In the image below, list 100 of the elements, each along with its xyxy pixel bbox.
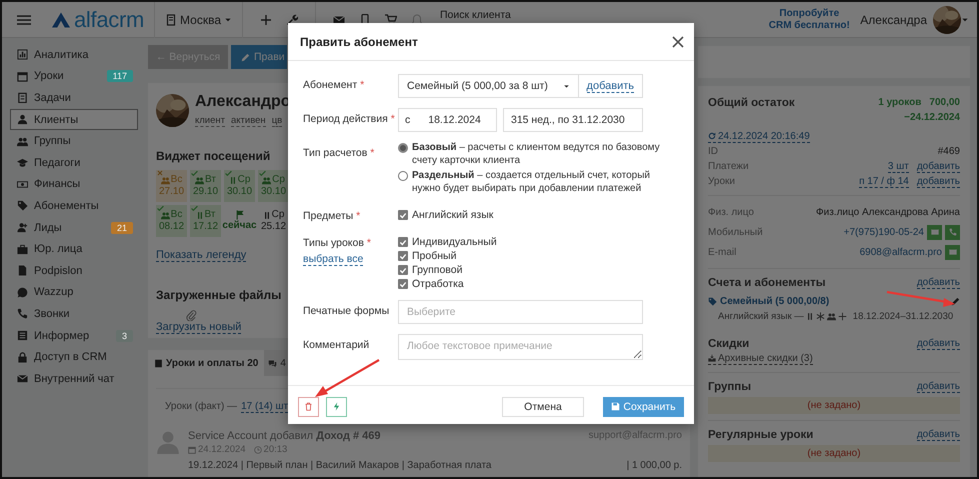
sidebar-item[interactable]: Задачи [10,87,138,109]
sidebar-item[interactable]: Абонементы [10,195,138,217]
archive-link[interactable]: Архивные скидки (3) [708,352,813,364]
chat-bubble-icon [17,286,28,298]
value-link[interactable]: 3 шт [888,160,909,172]
calendar-icon [17,70,28,82]
comment-field[interactable]: Любое текстовое примечание [398,334,643,360]
print-forms-field[interactable]: Выберите [398,300,643,324]
phone-number[interactable]: +7(975)190-05-24 [844,226,924,238]
sidebar-item[interactable]: Группы [10,130,138,152]
sidebar-item[interactable]: Юр. лица [10,238,138,260]
cancel-button[interactable]: Отмена [502,396,584,416]
sidebar-item[interactable]: Аналитика [10,44,138,66]
person-plus-icon [17,222,28,234]
visit-cell[interactable]: Вс 08.12 [156,205,187,237]
legend-link[interactable]: Показать легенду [156,249,246,262]
email-address[interactable]: 6908@alfacrm.pro [860,246,942,258]
visit-cell[interactable]: сейчас [224,205,255,237]
section-title: Группы [708,380,752,392]
user-silhouette-icon [156,430,180,454]
sidebar-item[interactable]: Лиды 21 [10,216,138,238]
field-label: E-mail [708,246,736,258]
event-amount: | 1 000,00 р. [626,460,682,471]
field-label: Платежи [708,161,749,172]
double-bar-icon [806,312,814,321]
count-badge: 21 [110,222,133,234]
status-tag[interactable]: цв [272,115,282,127]
add-link[interactable]: добавить [916,276,960,288]
lessons-balance: 1 уроков [878,97,922,108]
search-field[interactable]: Поиск клиента [440,7,560,22]
sidebar-item[interactable]: Звонки [10,303,138,325]
phone-icon [17,308,28,320]
subscription-link[interactable]: Семейный (5 000,00/8) [708,296,830,307]
sidebar-item[interactable]: Wazzup [10,282,138,304]
tab[interactable]: 4 [264,350,290,376]
sidebar-item[interactable]: Podpislon [10,260,138,282]
people-icon [160,210,170,220]
select-all-link[interactable]: выбрать все [303,253,364,266]
trash-icon [304,402,313,411]
field-label: Физ. лицо [708,206,754,218]
status-tag[interactable]: клиент [195,115,225,127]
sidebar-item[interactable]: Клиенты [10,108,138,130]
visit-cell[interactable]: Ср 25.12 [258,205,289,237]
start-date-field[interactable]: с 18.12.2024 [398,108,497,132]
value-link[interactable]: п 17 / ф 14 [859,176,909,188]
add-link[interactable]: добавить [916,160,960,172]
add-link[interactable]: добавить [916,380,960,392]
inbox-icon [708,354,716,362]
people-icon [826,312,836,321]
sidebar-item[interactable]: Внутренний чат [10,368,138,390]
sidebar-item[interactable]: Финансы [10,174,138,196]
double-bar-icon [228,176,237,184]
checkbox[interactable] [398,210,408,220]
sidebar-item[interactable]: Уроки 117 [10,66,138,88]
visit-cell[interactable]: Вт 17.12 [190,205,221,237]
tab[interactable]: Уроки и оплаты 20 [148,350,264,376]
option-text: Базовый – расчеты с клиентом ведутся по базовому счету карточки клиента [412,142,661,167]
visit-cell[interactable]: Ср 30.10 [258,170,289,202]
checkbox[interactable] [398,237,408,247]
tag-icon [708,297,717,306]
sidebar-item[interactable]: Информер 3 [10,324,138,346]
section-title: Регулярные уроки [708,428,814,440]
refresh-icon [708,132,716,140]
section-title: Виджет посещений [156,149,270,163]
people-icon [262,176,272,184]
add-link[interactable]: добавить [916,338,960,350]
lock-icon [17,352,28,363]
add-link[interactable]: добавить [916,428,960,440]
checkbox[interactable] [398,251,408,261]
sidebar-item[interactable]: Педагоги [10,152,138,174]
upload-link[interactable]: Загрузить новый [156,321,242,334]
radio-button[interactable] [398,171,408,181]
checkbox[interactable] [398,279,408,289]
subject-text: Английский язык — [718,311,804,322]
sync-link[interactable]: 24.12.2024 20:16:49 [708,130,810,142]
summary-label: Уроки (факт) — [165,401,238,413]
status-tag[interactable]: активен [231,115,266,127]
lightning-button[interactable] [326,396,347,416]
add-link[interactable]: добавить [586,80,634,92]
close-icon[interactable] [672,36,684,48]
add-link[interactable]: добавить [916,176,960,188]
check-icon [259,170,266,177]
visit-cell[interactable]: Ср 30.10 [224,170,255,202]
city-dropdown[interactable]: Москва [165,12,232,26]
caret-icon [961,16,969,24]
visit-cell[interactable]: Вс 27.10 [156,170,187,202]
edit-button[interactable]: Прави [231,45,287,69]
tag-icon [17,200,28,212]
plus-icon [838,312,847,321]
end-date-field[interactable]: 315 нед., по 31.12.2030 [503,108,643,132]
visit-cell[interactable]: Вт 29.10 [190,170,221,202]
promo-link[interactable]: Попробуйте CRM бесплатно! [768,8,850,32]
section-title: Счета и абонементы [708,276,826,288]
checkbox[interactable] [398,265,408,275]
arrow [886,290,955,307]
delete-button[interactable] [298,396,319,416]
radio-button[interactable] [398,143,408,153]
comments-icon [268,358,278,368]
save-button[interactable]: Сохранить [603,396,684,416]
sidebar-item[interactable]: Доступ в CRM [10,346,138,368]
